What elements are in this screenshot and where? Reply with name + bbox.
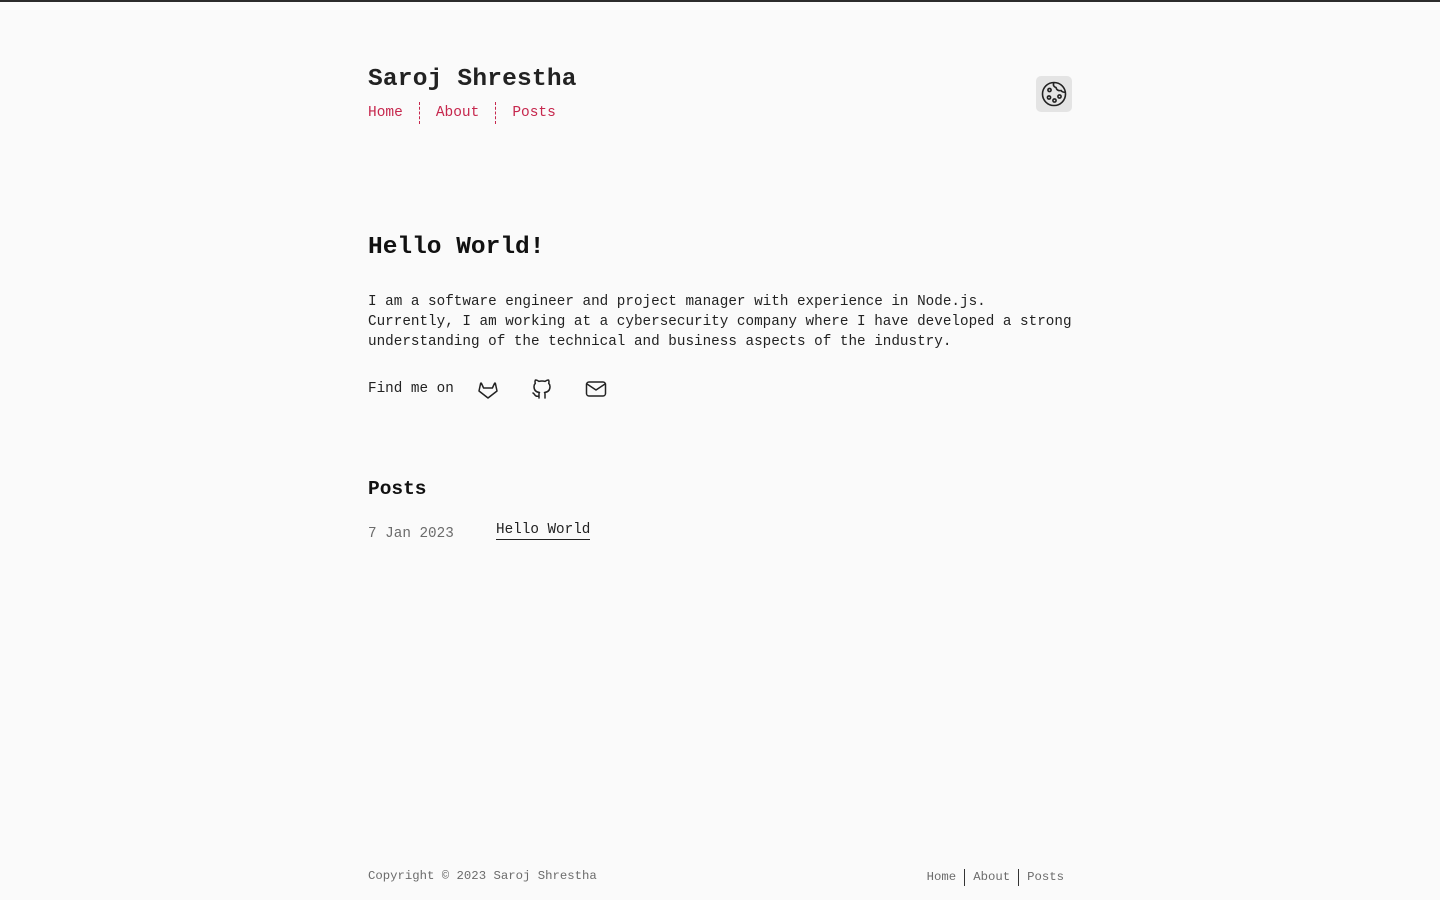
github-link[interactable] [530,377,554,401]
post-title-link[interactable]: Hello World [496,522,591,540]
copyright-text: Copyright © 2023 Saroj Shrestha [368,869,597,883]
nav-posts-link[interactable]: Posts [512,105,556,121]
social-links: Find me on [368,374,638,404]
main-nav: Home About Posts [368,102,556,124]
footer-about-link[interactable]: About [973,870,1010,884]
theme-toggle-button[interactable] [1036,76,1072,112]
footer-nav: Home About Posts [927,868,1064,886]
gitlab-icon [476,377,500,401]
hero-heading: Hello World! [368,234,545,261]
email-link[interactable] [584,377,608,401]
nav-divider [495,102,497,124]
page-container: Saroj Shrestha Home About Posts Hello Wo… [368,2,1072,900]
site-title[interactable]: Saroj Shrestha [368,66,577,93]
footer-posts-link[interactable]: Posts [1027,870,1064,884]
find-me-label: Find me on [368,381,454,397]
nav-divider [418,102,420,124]
footer-home-link[interactable]: Home [927,870,957,884]
gitlab-link[interactable] [476,377,500,401]
mail-icon [584,377,608,401]
post-list-item: 7 Jan 2023 Hello World [368,522,591,542]
nav-home-link[interactable]: Home [368,105,403,121]
nav-about-link[interactable]: About [436,105,480,121]
intro-paragraph: I am a software engineer and project man… [368,294,1072,350]
github-icon [530,377,554,401]
post-date: 7 Jan 2023 [368,526,454,542]
footer-divider [1018,868,1020,886]
cookie-icon [1040,80,1068,108]
footer-divider [964,868,966,886]
posts-heading: Posts [368,478,427,500]
